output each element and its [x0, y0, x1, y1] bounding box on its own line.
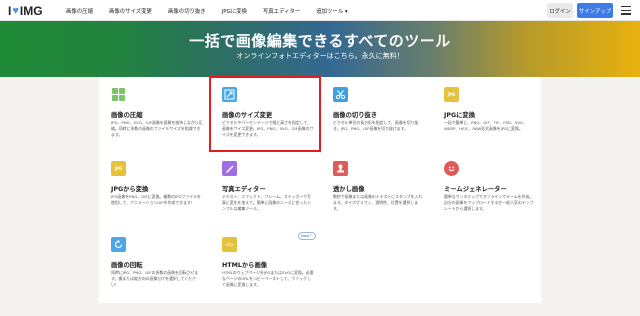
nav-convert-jpg[interactable]: JPGに変換: [222, 7, 247, 15]
signup-button[interactable]: サインアップ: [577, 3, 613, 18]
meme-icon: [444, 161, 459, 176]
top-navbar: I ♥ IMG 画像の圧縮 画像のサイズ変更 画像の切り抜き JPGに変換 写真…: [0, 0, 640, 21]
tools-grid: 画像の圧縮 JPG、PNG、SVG、GIF画像を画質を維持しながら圧縮。同時に多…: [99, 76, 542, 303]
tool-title: 画像の圧縮: [111, 112, 143, 119]
html-icon: </>: [222, 237, 237, 252]
tool-card-to-jpg[interactable]: JPG JPGに変換 一括で簡単に、PNG、GIF、TIF、PSD、SVG、WE…: [432, 77, 542, 151]
tool-card-photo-editor[interactable]: 写真エディター テキスト、エフェクト、フレーム、ステッカーで写真に変化を加えて。…: [210, 151, 320, 225]
tool-description: 簡単なワンステップでオンラインでミームを作成。自分の画像をアップロードするか一般…: [444, 194, 534, 211]
login-button[interactable]: ログイン: [547, 3, 573, 18]
tool-title: 画像の回転: [111, 262, 143, 269]
nav-compress[interactable]: 画像の圧縮: [66, 7, 93, 15]
tool-title: 写真エディター: [222, 186, 266, 193]
brush-icon: [222, 161, 237, 176]
tool-card-compress[interactable]: 画像の圧縮 JPG、PNG、SVG、GIF画像を画質を維持しながら圧縮。同時に多…: [99, 77, 209, 151]
stamp-icon: [333, 161, 348, 176]
tool-card-meme[interactable]: ミームジェネレーター 簡単なワンステップでオンラインでミームを作成。自分の画像を…: [432, 151, 542, 225]
nav-more-tools[interactable]: 追加ツール ▾: [316, 7, 347, 15]
resize-icon: [222, 87, 237, 102]
new-badge: New！: [298, 232, 316, 240]
logo-text-i: I: [8, 3, 12, 18]
tool-card-rotate[interactable]: 画像の回転 同時にJPG、PNG、GIFの多数の画像を回転させます。横または縦方…: [99, 227, 209, 301]
hero-title: 一括で画像編集できるすべてのツール: [189, 32, 451, 50]
tool-title: HTMLから画像: [222, 262, 268, 269]
tool-title: 画像のサイズ変更: [222, 112, 273, 119]
grid-icon: [111, 87, 126, 102]
hero-banner: 一括で画像編集できるすべてのツール オンラインフォトエディターはこちら。永久に無…: [0, 21, 640, 77]
tool-title: 画像の切り抜き: [333, 112, 378, 119]
tool-title: JPGから変換: [111, 186, 149, 193]
main-nav: 画像の圧縮 画像のサイズ変更 画像の切り抜き JPGに変換 写真エディター 追加…: [66, 0, 364, 21]
tool-description: ピクセル単位の長方形を指定して、画像を切り抜き。JPG、PNG、GIF画像を切り…: [333, 120, 419, 131]
tool-title: ミームジェネレーター: [444, 186, 507, 193]
hero-subtitle: オンラインフォトエディターはこちら。永久に無料！: [236, 52, 404, 60]
jpg-icon: JPG: [444, 87, 459, 102]
tool-title: JPGに変換: [444, 112, 476, 119]
nav-resize[interactable]: 画像のサイズ変更: [109, 7, 152, 15]
tool-card-resize[interactable]: 画像のサイズ変更 ピクセルやパーセンテージで幅と高さを指定して、画像をサイズ変更…: [209, 76, 321, 152]
tool-description: テキスト、エフェクト、フレーム、ステッカーで写真に変化を加えて。簡単に画像のニー…: [222, 194, 311, 211]
hamburger-menu-icon[interactable]: [621, 6, 631, 15]
nav-crop[interactable]: 画像の切り抜き: [168, 7, 206, 15]
tool-description: HTMLのウェブページをJPGまたはSVGに変換。必要なページのURLをコピーペ…: [222, 270, 314, 287]
nav-photo-editor[interactable]: 写真エディター: [263, 7, 300, 15]
tool-description: 一括で簡単に、PNG、GIF、TIF、PSD、SVG、WEBP、HEIC、RAW…: [444, 120, 527, 131]
rotate-icon: [111, 237, 126, 252]
tool-card-watermark[interactable]: 透かし画像 数秒で画像または画像のテキストにスタンプを入れます。タイポグラフィ、…: [321, 151, 431, 225]
tool-description: 同時にJPG、PNG、GIFの多数の画像を回転させます。横または縦方向の画像だけ…: [111, 270, 199, 287]
tool-card-from-jpg[interactable]: JPG JPGから変換 JPG画像をPNG、GIFに変換。複数のJPGファイルを…: [99, 151, 209, 225]
logo[interactable]: I ♥ IMG: [8, 2, 43, 19]
tool-card-html-to-image[interactable]: </> New！ HTMLから画像 HTMLのウェブページをJPGまたはSVGに…: [210, 227, 320, 301]
tool-description: 数秒で画像または画像のテキストにスタンプを入れます。タイポグラフィ、透明性、位置…: [333, 194, 423, 211]
tool-title: 透かし画像: [333, 186, 365, 193]
tool-description: JPG、PNG、SVG、GIF画像を画質を維持しながら圧縮。同時に多数の画像のフ…: [111, 120, 203, 137]
tool-description: ピクセルやパーセンテージで幅と高さを指定して、画像をサイズ変更。JPG、PNG、…: [222, 120, 314, 137]
tool-card-crop[interactable]: 画像の切り抜き ピクセル単位の長方形を指定して、画像を切り抜き。JPG、PNG、…: [321, 77, 431, 151]
from-jpg-icon: JPG: [111, 161, 126, 176]
tool-description: JPG画像をPNG、GIFに変換。複数のJPGファイルを使用して、アニメーション…: [111, 194, 201, 205]
heart-icon: ♥: [12, 4, 19, 17]
scissors-icon: [333, 87, 348, 102]
logo-text-img: IMG: [19, 3, 43, 18]
